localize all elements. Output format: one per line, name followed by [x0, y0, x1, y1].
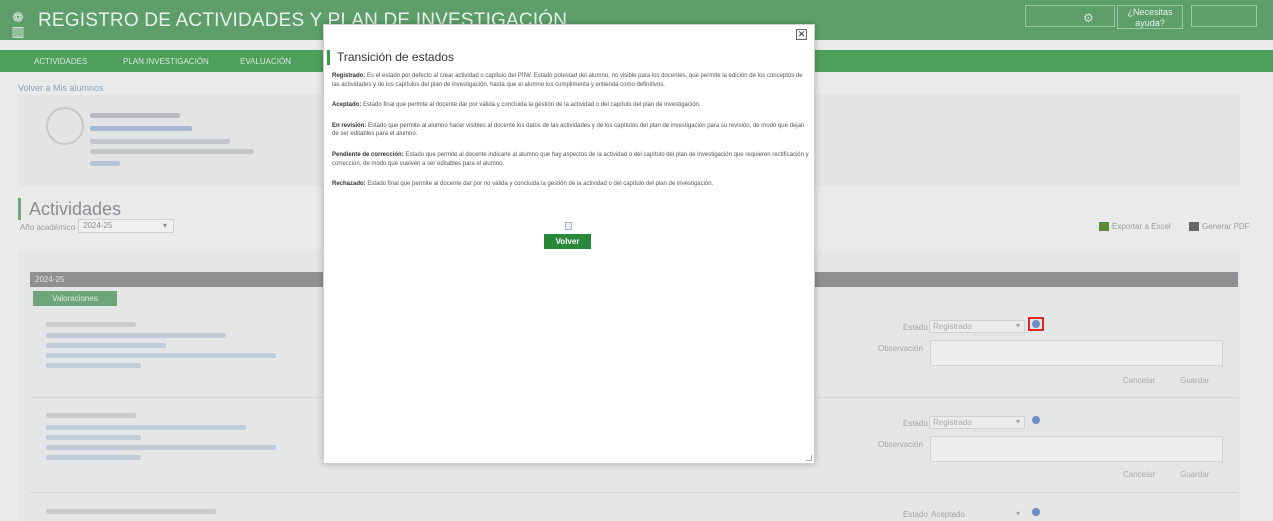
- generate-pdf-button[interactable]: Generar PDF: [1189, 222, 1250, 232]
- activity-title-blurred: [46, 322, 136, 327]
- estado-select[interactable]: Registrado: [929, 416, 1025, 429]
- save-button[interactable]: Guardar: [1180, 376, 1209, 385]
- broken-image-icon: [565, 222, 572, 230]
- student-info-blurred: [90, 149, 254, 154]
- state-transition-modal: ✕ Transición de estados Registrado: Es e…: [323, 24, 815, 464]
- state-description: Registrado: Es el estado por defecto al …: [332, 72, 809, 89]
- observacion-label: Observación: [878, 440, 923, 449]
- nav-item-plan-investigacion[interactable]: PLAN INVESTIGACIÓN: [123, 57, 209, 66]
- pdf-icon: [1189, 222, 1199, 232]
- settings-icon[interactable]: ⚙: [1083, 11, 1094, 25]
- volver-button[interactable]: Volver: [544, 234, 591, 249]
- help-button[interactable]: ¿Necesitas ayuda?: [1117, 5, 1183, 29]
- estado-label: Estado: [903, 323, 928, 332]
- state-text: Estado final que permite al docente dar …: [367, 181, 714, 188]
- state-term: Pendiente de corrección:: [332, 151, 404, 158]
- activity-detail-blurred: [46, 353, 276, 358]
- export-excel-button[interactable]: Exportar a Excel: [1099, 222, 1171, 232]
- chevron-down-icon: ▾: [162, 221, 167, 230]
- info-icon[interactable]: [1032, 508, 1040, 516]
- state-term: Aceptado:: [332, 102, 362, 109]
- divider: [30, 492, 1238, 493]
- year-select-value: 2024-25: [83, 221, 113, 230]
- chevron-down-icon: ▾: [1016, 321, 1021, 330]
- state-text: Es el estado por defecto al crear activi…: [332, 73, 803, 88]
- state-term: Rechazado:: [332, 181, 366, 188]
- info-icon[interactable]: [1032, 416, 1040, 424]
- observacion-label: Observación: [878, 344, 923, 353]
- student-name-blurred: [90, 113, 180, 118]
- year-select[interactable]: 2024-25 ▾: [78, 219, 174, 233]
- activity-title-blurred: [46, 413, 136, 418]
- university-logo-icon: ❁ ▥: [11, 9, 25, 39]
- activity-detail-blurred: [46, 455, 141, 460]
- student-email-blurred: [90, 126, 192, 131]
- valoraciones-button[interactable]: Valoraciones: [33, 291, 117, 306]
- activity-detail-blurred: [46, 435, 141, 440]
- activity-detail-blurred: [46, 363, 141, 368]
- activity-detail-blurred: [46, 445, 276, 450]
- save-button[interactable]: Guardar: [1180, 470, 1209, 479]
- back-link[interactable]: Volver a Mis alumnos: [18, 83, 104, 93]
- student-link-blurred: [90, 161, 120, 166]
- estado-select[interactable]: Aceptado: [931, 510, 965, 519]
- header-user-box[interactable]: [1025, 5, 1115, 27]
- nav-item-actividades[interactable]: ACTIVIDADES: [34, 57, 87, 66]
- excel-icon: [1099, 222, 1109, 232]
- resize-handle-icon[interactable]: [806, 455, 812, 461]
- modal-body: Registrado: Es el estado por defecto al …: [332, 72, 809, 201]
- student-info-blurred: [90, 139, 230, 144]
- cancel-button[interactable]: Cancelar: [1123, 470, 1155, 479]
- state-term: En revisión:: [332, 122, 367, 129]
- modal-title: Transición de estados: [327, 50, 454, 65]
- estado-label: Estado: [903, 419, 928, 428]
- state-text: Estado que permite al alumno hacer visib…: [332, 122, 805, 138]
- header-logout-box[interactable]: [1191, 5, 1257, 27]
- state-term: Registrado:: [332, 73, 366, 79]
- activity-detail-blurred: [46, 333, 226, 338]
- state-description: Pendiente de corrección: Estado que perm…: [332, 151, 809, 168]
- year-label: Año académico: [20, 223, 76, 232]
- chevron-down-icon: ▾: [1016, 509, 1021, 518]
- estado-select[interactable]: Registrado: [929, 320, 1025, 333]
- section-title: Actividades: [18, 198, 121, 220]
- state-text: Estado final que permite al docente dar …: [363, 102, 701, 109]
- estado-label: Estado: [903, 510, 928, 519]
- avatar: [46, 107, 84, 145]
- nav-item-evaluacion[interactable]: EVALUACIÓN: [240, 57, 291, 66]
- observacion-input[interactable]: [930, 436, 1223, 462]
- cancel-button[interactable]: Cancelar: [1123, 376, 1155, 385]
- activity-detail-blurred: [46, 425, 246, 430]
- activity-detail-blurred: [46, 343, 166, 348]
- close-icon[interactable]: ✕: [796, 29, 807, 40]
- state-text: Estado que permite al docente indicarle …: [332, 151, 809, 167]
- state-description: Rechazado: Estado final que permite al d…: [332, 180, 809, 189]
- chevron-down-icon: ▾: [1016, 417, 1021, 426]
- state-description: En revisión: Estado que permite al alumn…: [332, 122, 809, 139]
- observacion-input[interactable]: [930, 340, 1223, 366]
- activity-title-blurred: [46, 509, 216, 514]
- info-icon[interactable]: [1032, 320, 1040, 328]
- state-description: Aceptado: Estado final que permite al do…: [332, 101, 809, 110]
